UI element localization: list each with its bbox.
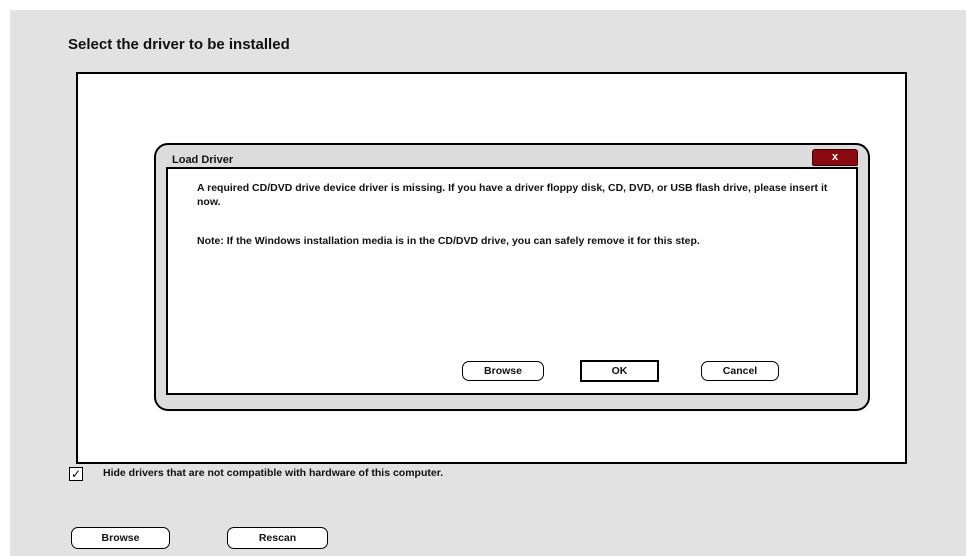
- load-driver-dialog: Load Driver x A required CD/DVD drive de…: [154, 143, 870, 411]
- hide-incompatible-checkbox[interactable]: ✓: [69, 467, 83, 481]
- rescan-button[interactable]: Rescan: [227, 527, 328, 549]
- browse-button[interactable]: Browse: [71, 527, 170, 549]
- dialog-browse-button[interactable]: Browse: [462, 361, 544, 381]
- dialog-content: A required CD/DVD drive device driver is…: [166, 167, 858, 395]
- hide-incompatible-label: Hide drivers that are not compatible wit…: [103, 467, 444, 479]
- close-icon[interactable]: x: [812, 149, 858, 166]
- ok-button[interactable]: OK: [580, 360, 659, 382]
- cancel-button[interactable]: Cancel: [701, 361, 779, 381]
- dialog-title: Load Driver: [172, 154, 234, 166]
- dialog-note: Note: If the Windows installation media …: [197, 235, 700, 247]
- page-title: Select the driver to be installed: [68, 36, 290, 53]
- dialog-message: A required CD/DVD drive device driver is…: [197, 182, 828, 208]
